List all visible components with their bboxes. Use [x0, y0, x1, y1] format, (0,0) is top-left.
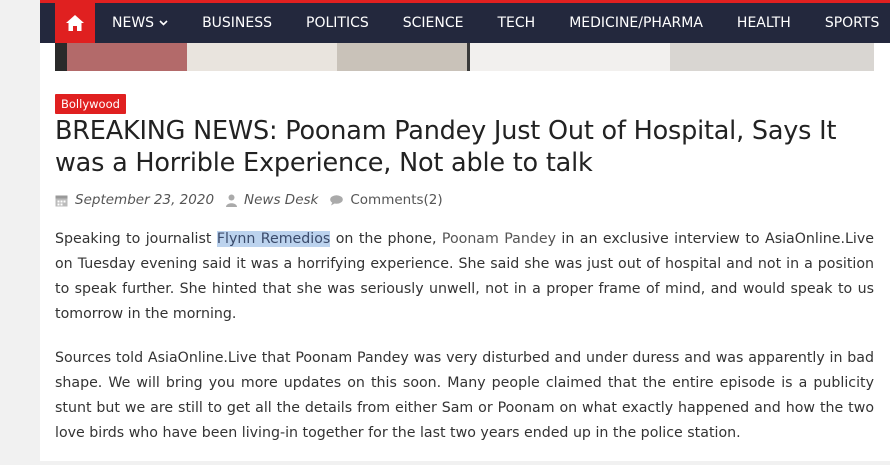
nav-item-label: SCIENCE [402, 15, 464, 31]
comment-icon [330, 194, 344, 205]
nav-item-health[interactable]: HEALTH [737, 15, 791, 31]
chevron-down-icon [159, 20, 168, 26]
selected-text-highlight: Flynn Remedios [216, 231, 331, 247]
date-meta[interactable]: September 23, 2020 [55, 192, 214, 208]
article-title: BREAKING NEWS: Poonam Pandey Just Out of… [55, 116, 837, 178]
nav-item-label: NEWS [112, 15, 155, 31]
nav-item-news[interactable]: NEWS [112, 15, 168, 31]
calendar-icon [55, 195, 68, 206]
paragraph-text: on the phone, [330, 231, 442, 247]
post-comments: Comments(2) [350, 192, 443, 208]
nav-item-label: TECH [497, 15, 536, 31]
nav-item-business[interactable]: BUSINESS [202, 15, 272, 31]
nav-item-sports[interactable]: SPORTS [825, 15, 880, 31]
nav-item-label: HEALTH [736, 15, 791, 31]
nav-item-science[interactable]: SCIENCE [403, 15, 464, 31]
article-body: Speaking to journalist Flynn Remedios on… [55, 227, 874, 465]
nav-item-tech[interactable]: TECH [498, 15, 536, 31]
nav-item-label: BUSINESS [202, 15, 273, 31]
nav-item-medicine-pharma[interactable]: MEDICINE/PHARMA [569, 15, 703, 31]
article-paragraph: Sources told AsiaOnline.Live that Poonam… [55, 350, 874, 441]
home-icon [66, 15, 84, 31]
category-badge[interactable]: Bollywood [55, 94, 126, 114]
nav-item-label: SPORTS [824, 15, 880, 31]
article-meta: September 23, 2020 News Desk Comments(2) [55, 190, 455, 210]
nav-item-label: POLITICS [306, 15, 369, 31]
nav-menu: NEWS BUSINESS POLITICS SCIENCE TECH MEDI… [112, 3, 890, 43]
home-button[interactable] [55, 3, 95, 43]
author-meta[interactable]: News Desk [226, 192, 318, 208]
post-date: September 23, 2020 [75, 192, 215, 208]
article-paragraph: Speaking to journalist Flynn Remedios on… [55, 227, 874, 327]
main-navigation-bar: NEWS BUSINESS POLITICS SCIENCE TECH MEDI… [40, 0, 890, 43]
paragraph-text: Speaking to journalist [55, 231, 217, 247]
person-link[interactable]: Poonam Pandey [442, 231, 556, 247]
post-author: News Desk [244, 192, 319, 208]
featured-image [55, 43, 874, 71]
comments-meta[interactable]: Comments(2) [330, 192, 443, 208]
nav-item-politics[interactable]: POLITICS [306, 15, 369, 31]
nav-item-label: MEDICINE/PHARMA [569, 15, 703, 31]
user-icon [226, 194, 238, 207]
